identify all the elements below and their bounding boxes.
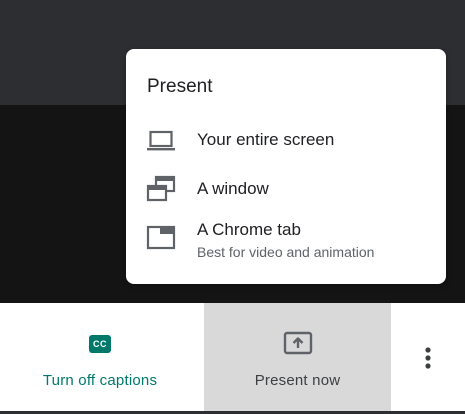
- popup-title: Present: [147, 76, 213, 97]
- menu-item-subtitle: Best for video and animation: [197, 244, 375, 260]
- captions-label: Turn off captions: [42, 372, 158, 389]
- menu-item-label: Your entire screen: [197, 130, 335, 149]
- laptop-icon: [147, 130, 175, 151]
- more-vert-icon: [425, 347, 431, 369]
- more-options-button[interactable]: [391, 303, 465, 411]
- window-icon: [146, 175, 176, 202]
- present-now-label: Present now: [254, 372, 341, 389]
- tab-icon: [146, 225, 176, 250]
- turn-off-captions-button[interactable]: CC Turn off captions: [0, 303, 200, 411]
- present-screen-icon: [283, 331, 312, 355]
- closed-captions-icon: CC: [89, 335, 111, 353]
- bottom-control-bar: CC Turn off captions Present now: [0, 303, 465, 411]
- menu-item-label: A window: [197, 179, 269, 198]
- menu-item-window[interactable]: A window: [126, 174, 446, 214]
- menu-item-label: A Chrome tab: [197, 220, 301, 239]
- present-now-button[interactable]: Present now: [204, 303, 391, 411]
- menu-item-chrome-tab[interactable]: A Chrome tab Best for video and animatio…: [126, 219, 446, 269]
- present-menu-popup: Present Your entire screen A window A Ch…: [126, 49, 446, 284]
- menu-item-entire-screen[interactable]: Your entire screen: [126, 125, 446, 165]
